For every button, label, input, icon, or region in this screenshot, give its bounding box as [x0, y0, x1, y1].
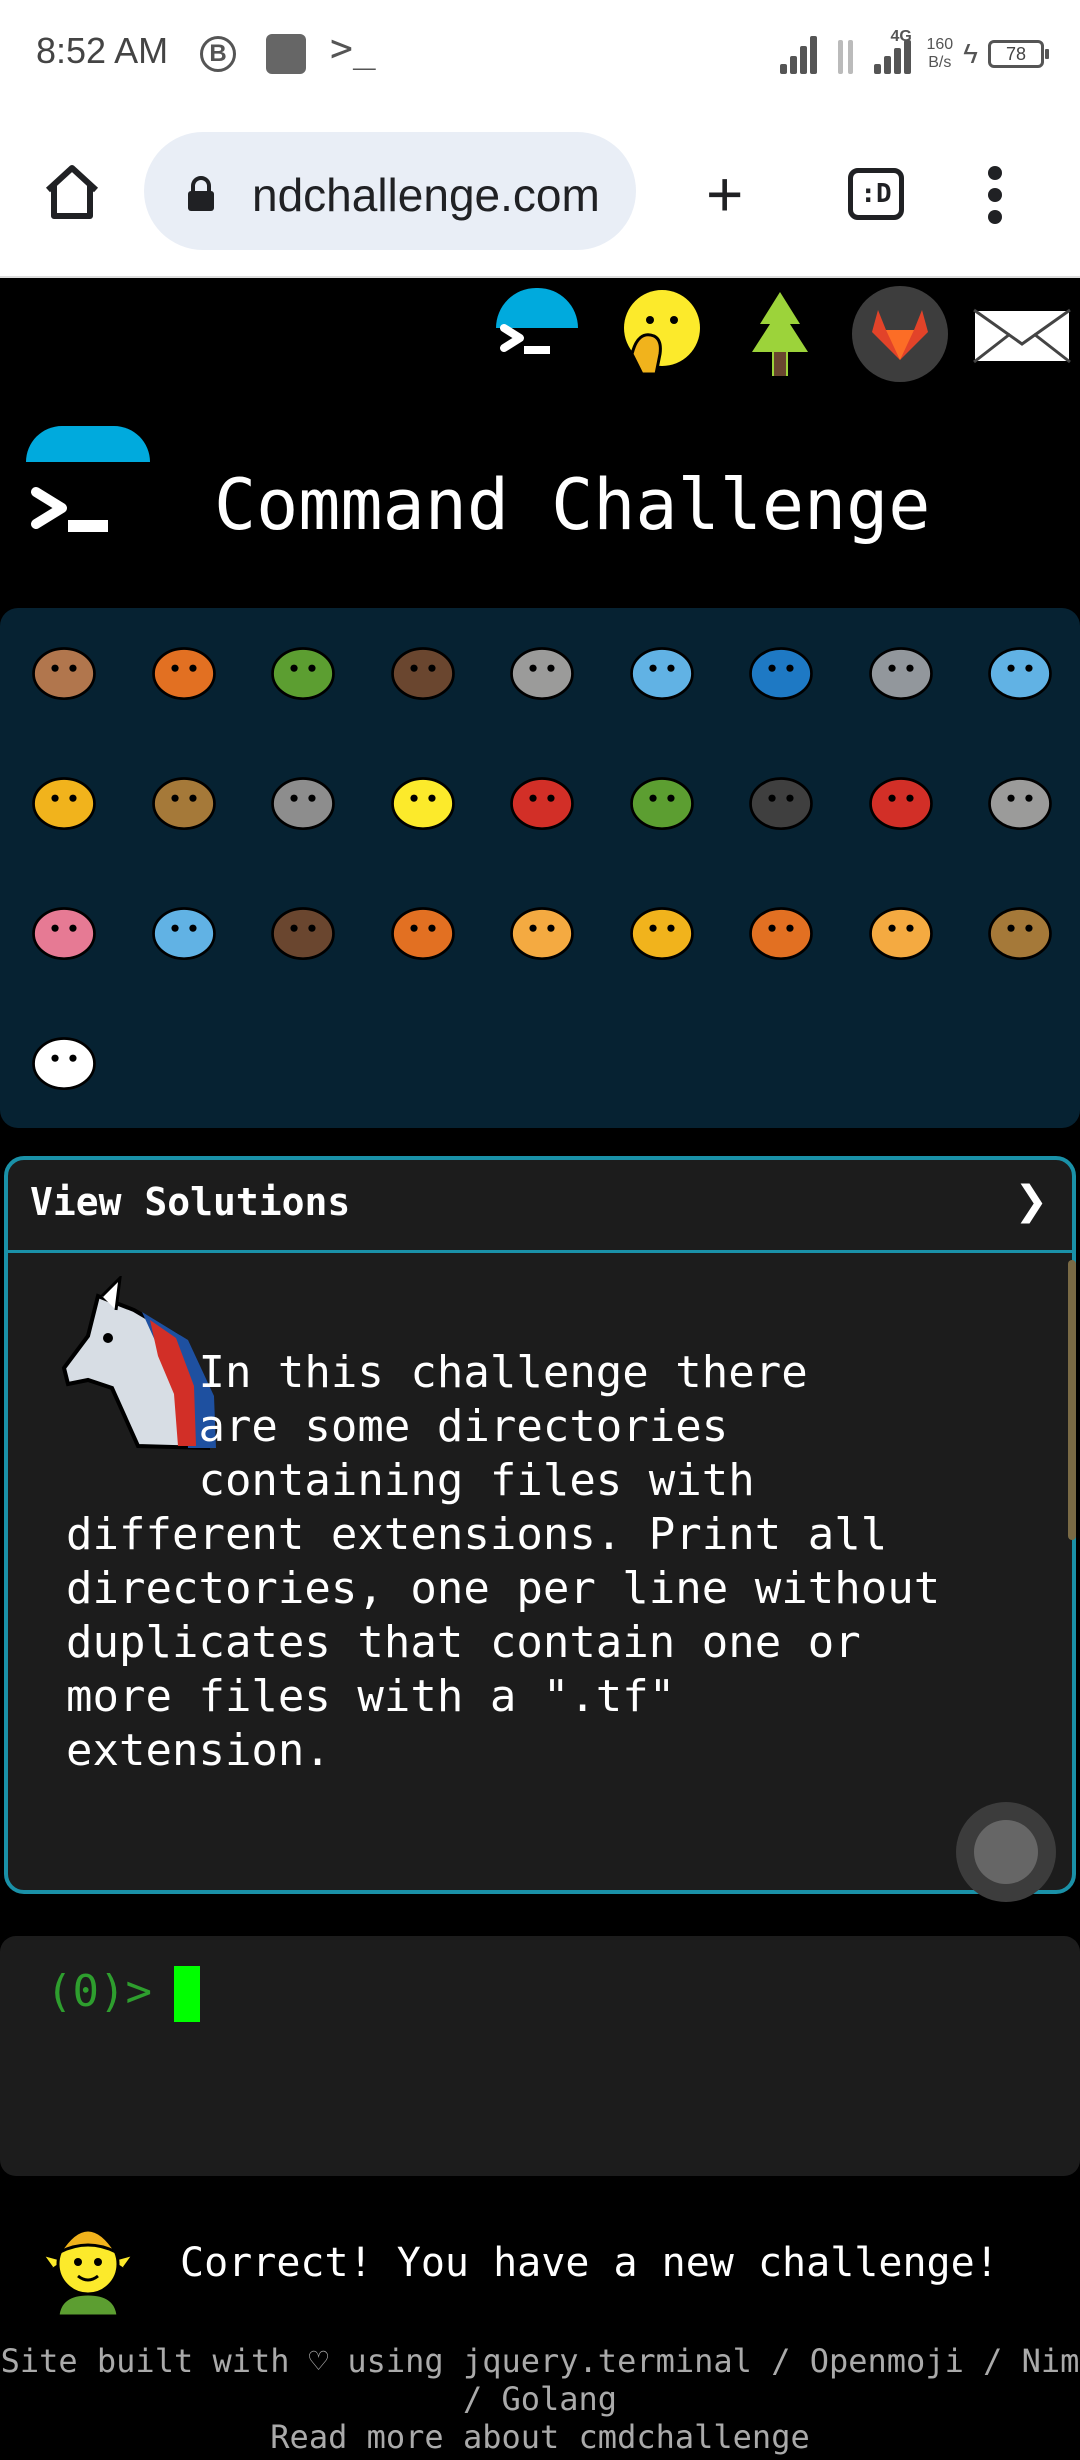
battery-icon: 78: [988, 40, 1049, 68]
top-nav: [0, 278, 1080, 398]
caterpillar-icon[interactable]: [255, 622, 351, 718]
site-footer: Site built with ♡ using jquery.terminal …: [0, 2342, 1080, 2456]
network-speed: 160 B/s: [926, 36, 954, 71]
site-header: Command Challenge: [0, 420, 1080, 590]
panel-scrollbar[interactable]: [1068, 1260, 1076, 1540]
elf-icon: [38, 2228, 138, 2318]
solution-panel: View Solutions ❯ In this challenge there…: [4, 1156, 1076, 1894]
terminal-cursor[interactable]: [174, 1966, 200, 2022]
correct-message: Correct! You have a new challenge!: [180, 2240, 999, 2286]
address-bar[interactable]: ndchallenge.com: [144, 132, 636, 250]
envelope-icon: [973, 308, 1071, 364]
ladybug-icon[interactable]: [494, 752, 590, 848]
app-notification-icon: [266, 34, 306, 74]
shushing-face-button[interactable]: [610, 284, 710, 384]
terminal-prompt: (0)>: [46, 1966, 152, 2017]
browser-toolbar: ndchallenge.com + :D: [0, 110, 1080, 278]
lion-icon[interactable]: [733, 882, 829, 978]
snail-icon[interactable]: [16, 622, 112, 718]
gitlab-button[interactable]: [850, 284, 950, 384]
signal-4g-icon: 4G: [870, 28, 916, 74]
whale-icon[interactable]: [614, 622, 710, 718]
url-text[interactable]: ndchallenge.com: [252, 168, 622, 222]
chevron-right-icon[interactable]: ❯: [1014, 1178, 1048, 1224]
tree-icon: [752, 292, 808, 376]
credits-line-2[interactable]: / Golang: [0, 2380, 1080, 2418]
b-badge-icon: B: [200, 36, 236, 72]
logo-arc: [26, 426, 150, 462]
dog-icon[interactable]: [375, 882, 471, 978]
signal-icon: [776, 34, 822, 74]
challenge-grid: [0, 608, 1080, 1128]
tropical-fish-icon[interactable]: [16, 752, 112, 848]
monkey-icon[interactable]: [255, 882, 351, 978]
page-title: Command Challenge: [214, 464, 931, 546]
credits-line-1[interactable]: Site built with ♡ using jquery.terminal …: [0, 2342, 1080, 2380]
gitlab-icon: [852, 286, 948, 382]
butterfly-icon[interactable]: [136, 622, 232, 718]
floating-action-button[interactable]: [956, 1802, 1056, 1902]
lock-icon: [188, 176, 214, 211]
tree-button[interactable]: [730, 284, 830, 384]
terminal-icon: [500, 324, 550, 354]
ant-icon[interactable]: [375, 622, 471, 718]
status-bar: 8:52 AM B >_ 4G 160 B/s ϟ 78: [0, 0, 1080, 110]
charging-icon: ϟ: [963, 38, 978, 69]
contact-button[interactable]: [970, 284, 1074, 384]
microbe-icon[interactable]: [136, 882, 232, 978]
fly-icon[interactable]: [972, 752, 1068, 848]
terminal-notification-icon: >_: [330, 26, 376, 70]
bee-icon[interactable]: [375, 752, 471, 848]
terminal[interactable]: (0)>: [0, 1936, 1080, 2176]
status-indicators: 4G 160 B/s ϟ 78: [776, 24, 1049, 84]
cat-icon[interactable]: [614, 882, 710, 978]
worm-icon[interactable]: [16, 882, 112, 978]
blowfish-icon[interactable]: [136, 752, 232, 848]
new-tab-button[interactable]: +: [706, 162, 743, 226]
home-icon[interactable]: [40, 160, 104, 224]
view-solutions-label[interactable]: View Solutions: [30, 1180, 350, 1224]
spider-web-icon[interactable]: [494, 622, 590, 718]
spider-icon[interactable]: [733, 752, 829, 848]
status-message-row: Correct! You have a new challenge!: [0, 2200, 1080, 2320]
read-more-link[interactable]: Read more about cmdchallenge: [0, 2418, 1080, 2456]
view-solutions-header[interactable]: View Solutions ❯: [8, 1160, 1072, 1253]
status-time: 8:52 AM: [36, 30, 169, 71]
data-arrows-icon: [832, 34, 860, 74]
unicorn-icon[interactable]: [16, 1012, 112, 1108]
shushing-face-icon: [624, 290, 700, 376]
terminal-nav-button[interactable]: [478, 284, 578, 384]
spouting-whale-icon[interactable]: [733, 622, 829, 718]
tabs-button[interactable]: :D: [848, 168, 904, 220]
wolf-icon[interactable]: [255, 752, 351, 848]
challenge-description: In this challenge there are some directo…: [66, 1347, 941, 1776]
cricket-icon[interactable]: [614, 752, 710, 848]
scorpion-icon[interactable]: [853, 752, 949, 848]
tiger-icon[interactable]: [853, 882, 949, 978]
more-vert-icon[interactable]: [980, 166, 1012, 226]
fish-icon[interactable]: [972, 622, 1068, 718]
horse-icon[interactable]: [972, 882, 1068, 978]
dolphin-icon[interactable]: [853, 622, 949, 718]
battery-level: 78: [1005, 44, 1027, 64]
tab-label: :D: [860, 179, 892, 209]
logo-terminal-icon[interactable]: [22, 464, 122, 564]
fox-icon[interactable]: [494, 882, 590, 978]
